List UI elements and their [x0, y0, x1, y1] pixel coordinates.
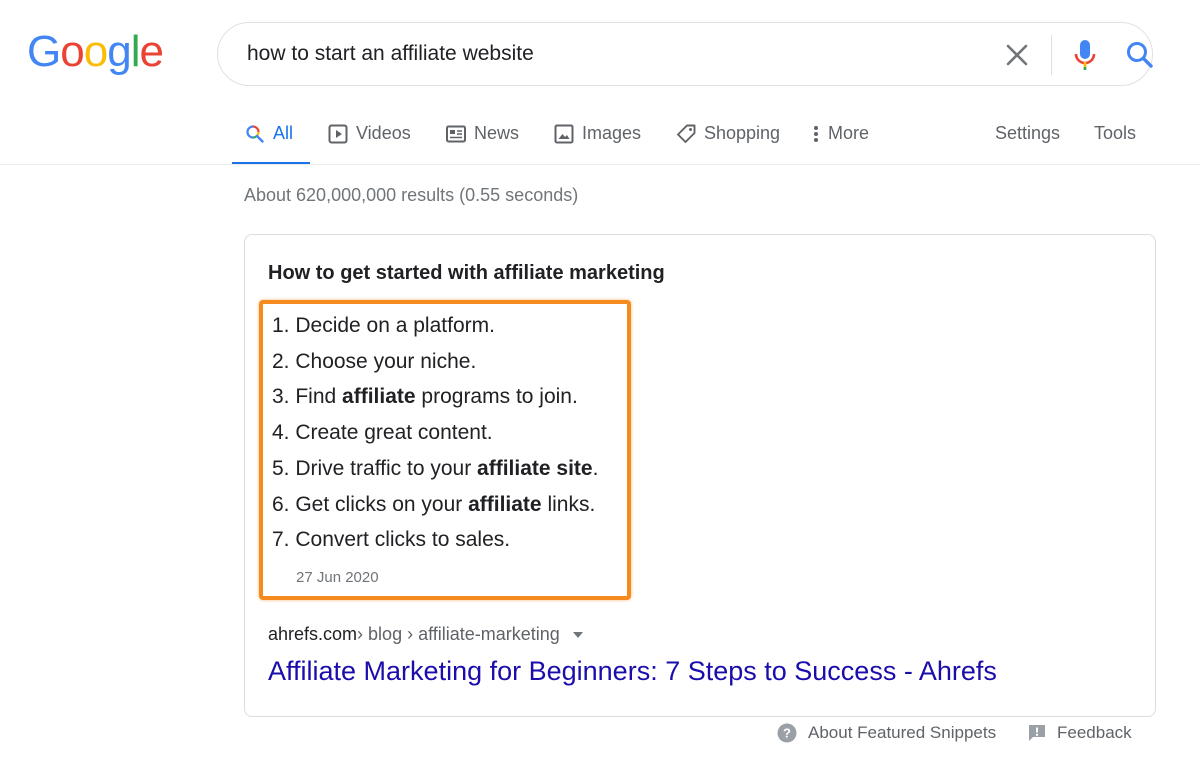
voice-search-button[interactable]	[1071, 38, 1099, 72]
result-title-link[interactable]: Affiliate Marketing for Beginners: 7 Ste…	[268, 656, 997, 687]
feedback-icon	[1028, 724, 1046, 742]
search-icon	[245, 123, 265, 145]
snippet-step: 1. Decide on a platform.	[272, 314, 495, 337]
tab-label: Shopping	[704, 123, 781, 143]
tab-label: News	[474, 123, 520, 143]
search-divider	[1051, 35, 1052, 75]
snippet-step: 4. Create great content.	[272, 421, 493, 445]
tab-label: All	[273, 123, 294, 143]
search-tabs: All Videos News Images Shopping More Set…	[0, 110, 1200, 165]
tab-label: Tools	[1094, 123, 1137, 143]
svg-text:?: ?	[783, 726, 791, 741]
tab-shopping[interactable]: Shopping	[676, 110, 780, 165]
tab-label: Settings	[995, 123, 1061, 143]
tab-news[interactable]: News	[446, 110, 519, 165]
logo-letter: o	[83, 27, 109, 76]
tag-icon	[676, 123, 696, 145]
microphone-icon	[1074, 40, 1096, 70]
tab-label: Images	[582, 123, 642, 143]
breadcrumb-path: › blog › affiliate-marketing	[357, 624, 560, 644]
google-logo[interactable]: Google	[27, 27, 164, 76]
logo-letter: l	[130, 27, 141, 76]
tab-more[interactable]: More	[813, 110, 869, 165]
result-stats: About 620,000,000 results (0.55 seconds)	[244, 185, 579, 205]
breadcrumb: ahrefs.com › blog › affiliate-marketing	[268, 624, 584, 645]
snippet-steps-list: 1. Decide on a platform. 2. Choose your n…	[272, 308, 598, 558]
help-icon: ?	[777, 723, 797, 743]
play-icon	[328, 123, 348, 145]
snippet-date: 27 Jun 2020	[296, 569, 379, 586]
highlighted-keyword: affiliate	[342, 385, 416, 409]
about-featured-snippets-link[interactable]: ? About Featured Snippets	[777, 723, 996, 743]
featured-snippet-card: How to get started with affiliate market…	[244, 234, 1156, 717]
logo-letter: g	[107, 27, 132, 76]
snippet-step: 5. Drive traffic to your affiliate site.	[272, 456, 599, 480]
tab-label: Videos	[356, 123, 411, 143]
caret-down-icon	[572, 631, 583, 638]
logo-letter: G	[27, 27, 61, 76]
highlighted-keyword: affiliate site	[477, 456, 593, 480]
tab-videos[interactable]: Videos	[328, 110, 411, 165]
result-options-button[interactable]	[572, 631, 584, 639]
snippet-step: 2. Choose your niche.	[272, 349, 477, 373]
feedback-label: Feedback	[1057, 723, 1132, 742]
snippet-title: How to get started with affiliate market…	[268, 262, 665, 284]
snippet-step: 3. Find affiliate programs to join.	[272, 385, 578, 409]
image-icon	[554, 123, 574, 145]
tab-images[interactable]: Images	[554, 110, 641, 165]
close-icon	[1006, 44, 1028, 66]
search-box[interactable]: how to start an affiliate website	[217, 22, 1153, 86]
search-input[interactable]: how to start an affiliate website	[247, 42, 534, 66]
snippet-step: 7. Convert clicks to sales.	[272, 528, 511, 552]
tab-label: More	[828, 123, 870, 143]
tab-tools[interactable]: Tools	[1094, 110, 1136, 165]
breadcrumb-domain: ahrefs.com	[268, 624, 358, 644]
kebab-icon	[813, 123, 819, 145]
clear-search-button[interactable]	[1003, 41, 1031, 69]
tab-all[interactable]: All	[232, 110, 310, 165]
search-icon	[1127, 42, 1153, 68]
highlighted-keyword: affiliate	[468, 492, 542, 516]
feedback-link[interactable]: Feedback	[1028, 723, 1132, 743]
logo-letter: e	[139, 27, 164, 76]
news-icon	[446, 123, 466, 145]
snippet-step: 6. Get clicks on your affiliate links.	[272, 492, 596, 516]
tabs-divider	[0, 164, 1200, 165]
tab-settings[interactable]: Settings	[995, 110, 1060, 165]
about-featured-snippets-label: About Featured Snippets	[808, 723, 997, 742]
search-button[interactable]	[1124, 39, 1156, 71]
logo-letter: o	[60, 27, 85, 76]
